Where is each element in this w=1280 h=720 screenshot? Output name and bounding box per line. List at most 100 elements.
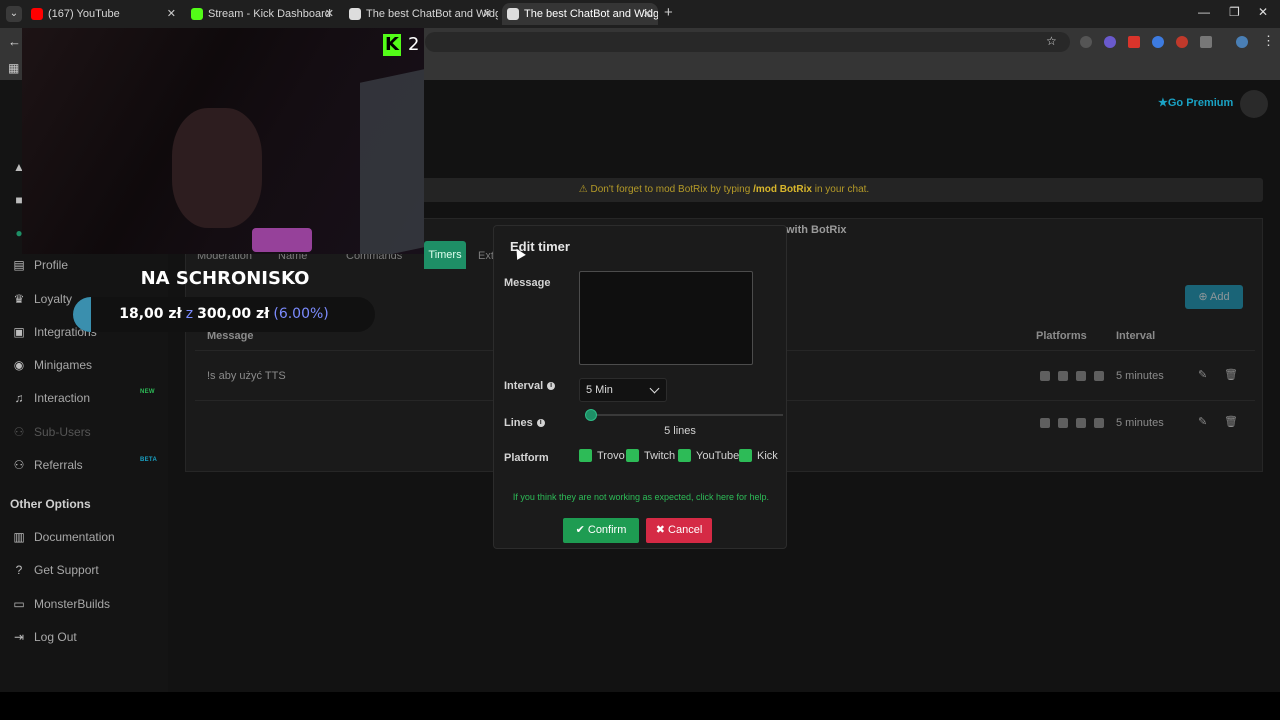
extension-eye-icon[interactable] [1104, 36, 1116, 48]
checkbox-label: Kick [757, 450, 778, 462]
go-premium-link[interactable]: ★Go Premium [1158, 96, 1233, 109]
url-input[interactable] [425, 32, 1070, 52]
botrix-icon [349, 8, 361, 20]
checkbox-trovo[interactable]: Trovo [579, 449, 625, 463]
tab-kick-dashboard[interactable]: Stream - Kick Dashboard ✕ [186, 3, 340, 25]
goal-title: NA SCHRONISKO [140, 268, 310, 289]
tab-botrix-2[interactable]: The best ChatBot and Widgets ✕ [502, 3, 658, 25]
lines-value: 5 lines [664, 425, 696, 437]
restore-icon[interactable]: ❐ [1229, 5, 1240, 19]
interval-value: 5 Min [586, 384, 613, 396]
tab-botrix-1[interactable]: The best ChatBot and Widgets ✕ [344, 3, 498, 25]
help-icon: ? [15, 563, 23, 577]
message-label: Message [504, 277, 551, 289]
new-tab-icon[interactable]: + [664, 4, 673, 21]
tab-search-button[interactable]: ⌄ [6, 6, 22, 22]
edit-icon[interactable]: ✎ [1198, 368, 1207, 381]
sidebar-item-interaction[interactable]: ♫ Interaction [12, 391, 91, 405]
apps-grid-icon[interactable]: ▦ [8, 61, 19, 75]
laptop-icon: ▭ [13, 597, 25, 611]
column-platforms: Platforms [1036, 330, 1087, 342]
webcam-overlay [22, 28, 424, 254]
tab-youtube[interactable]: (167) YouTube ✕ [26, 3, 182, 25]
sidebar-item-minigames[interactable]: ◉ Minigames [12, 358, 92, 372]
cancel-label: Cancel [668, 524, 703, 536]
bookmark-star-icon[interactable]: ☆ [1046, 34, 1057, 48]
youtube-icon [31, 8, 43, 20]
help-link[interactable]: If you think they are not working as exp… [494, 492, 788, 502]
sidebar-item-log-out[interactable]: ⇥ Log Out [12, 630, 77, 644]
add-label: Add [1210, 291, 1230, 303]
trophy-icon: ♛ [13, 292, 25, 306]
twitch-icon [1058, 418, 1068, 428]
sidebar-item-label: Minigames [34, 358, 93, 372]
checkbox-twitch[interactable]: Twitch [626, 449, 675, 463]
extension-icon[interactable] [1080, 36, 1092, 48]
confirm-button[interactable]: ✔ Confirm [563, 518, 639, 543]
close-window-icon[interactable]: ✕ [1258, 5, 1268, 19]
checkbox-label: Trovo [597, 450, 625, 462]
lines-slider-track[interactable] [587, 414, 783, 416]
notice-suffix: in your chat. [811, 184, 870, 195]
extension-blue-icon[interactable] [1152, 36, 1164, 48]
trovo-icon [1040, 418, 1050, 428]
cancel-button[interactable]: ✖ Cancel [646, 518, 712, 543]
delete-icon[interactable]: 🗑 [1224, 415, 1238, 428]
keyboard-glow [252, 228, 312, 252]
confirm-label: Confirm [587, 524, 627, 536]
go-premium-label: Go Premium [1167, 97, 1234, 109]
extensions-puzzle-icon[interactable] [1200, 36, 1212, 48]
goal-target: 300,00 zł [197, 306, 270, 322]
sidebar-item-referrals[interactable]: ⚇ Referrals [12, 458, 83, 472]
delete-icon[interactable]: 🗑 [1224, 368, 1238, 381]
beta-badge: BETA [140, 457, 158, 463]
platform-label: Platform [504, 452, 549, 464]
lines-slider-handle[interactable] [585, 409, 597, 421]
tab-timers[interactable]: Timers [424, 241, 466, 269]
interval-label-row: Interval i [504, 380, 556, 392]
goal-current: 18,00 zł [119, 306, 182, 322]
extension-red-icon[interactable] [1128, 36, 1140, 48]
profile-avatar-icon[interactable] [1236, 36, 1248, 48]
tab-extra[interactable]: Ext [478, 250, 494, 262]
close-tab-icon[interactable]: ✕ [325, 3, 334, 25]
checkbox-box[interactable] [579, 449, 592, 462]
tab-title: The best ChatBot and Widgets [366, 8, 498, 20]
info-icon[interactable]: i [547, 382, 556, 391]
extension-tp-icon[interactable] [1176, 36, 1188, 48]
sidebar-item-monsterbuilds[interactable]: ▭ MonsterBuilds [12, 597, 110, 611]
checkbox-youtube[interactable]: YouTube [678, 449, 739, 463]
close-tab-icon[interactable]: ✕ [167, 3, 176, 25]
trovo-icon [1040, 371, 1050, 381]
close-tab-icon[interactable]: ✕ [483, 3, 492, 25]
checkbox-box[interactable] [626, 449, 639, 462]
sidebar-item-label: Log Out [34, 630, 77, 644]
checkbox-kick[interactable]: Kick [739, 449, 778, 463]
close-tab-icon[interactable]: ✕ [643, 3, 652, 25]
book-icon: ▥ [13, 530, 25, 544]
minimize-icon[interactable]: — [1198, 5, 1210, 19]
checkbox-label: YouTube [696, 450, 740, 462]
lines-label: Lines [504, 417, 533, 429]
sidebar-item-documentation[interactable]: ▥ Documentation [12, 530, 115, 544]
sidebar-item-label: MonsterBuilds [34, 597, 111, 611]
checkbox-box[interactable] [739, 449, 752, 462]
sidebar-item-loyalty[interactable]: ♛ Loyalty [12, 292, 72, 306]
sidebar-item-label: Referrals [34, 458, 83, 472]
checkbox-box[interactable] [678, 449, 691, 462]
sidebar-item-get-support[interactable]: ? Get Support [12, 563, 99, 577]
youtube-icon [1076, 418, 1086, 428]
sidebar-item-label: Documentation [34, 530, 115, 544]
sidebar-item-sub-users[interactable]: ⚇ Sub-Users [12, 425, 91, 439]
message-textarea[interactable] [579, 271, 753, 365]
logout-icon: ⇥ [13, 630, 25, 644]
interval-select[interactable]: 5 Min [579, 378, 667, 402]
tab-title: Stream - Kick Dashboard [208, 8, 331, 20]
user-avatar[interactable] [1240, 90, 1268, 118]
add-timer-button[interactable]: ⊕ Add [1185, 285, 1243, 309]
sidebar-item-label: Sub-Users [34, 425, 91, 439]
info-icon[interactable]: i [536, 419, 545, 428]
edit-icon[interactable]: ✎ [1198, 415, 1207, 428]
back-arrow-icon[interactable]: ← [8, 34, 21, 49]
browser-menu-icon[interactable]: ⋮ [1262, 33, 1275, 49]
